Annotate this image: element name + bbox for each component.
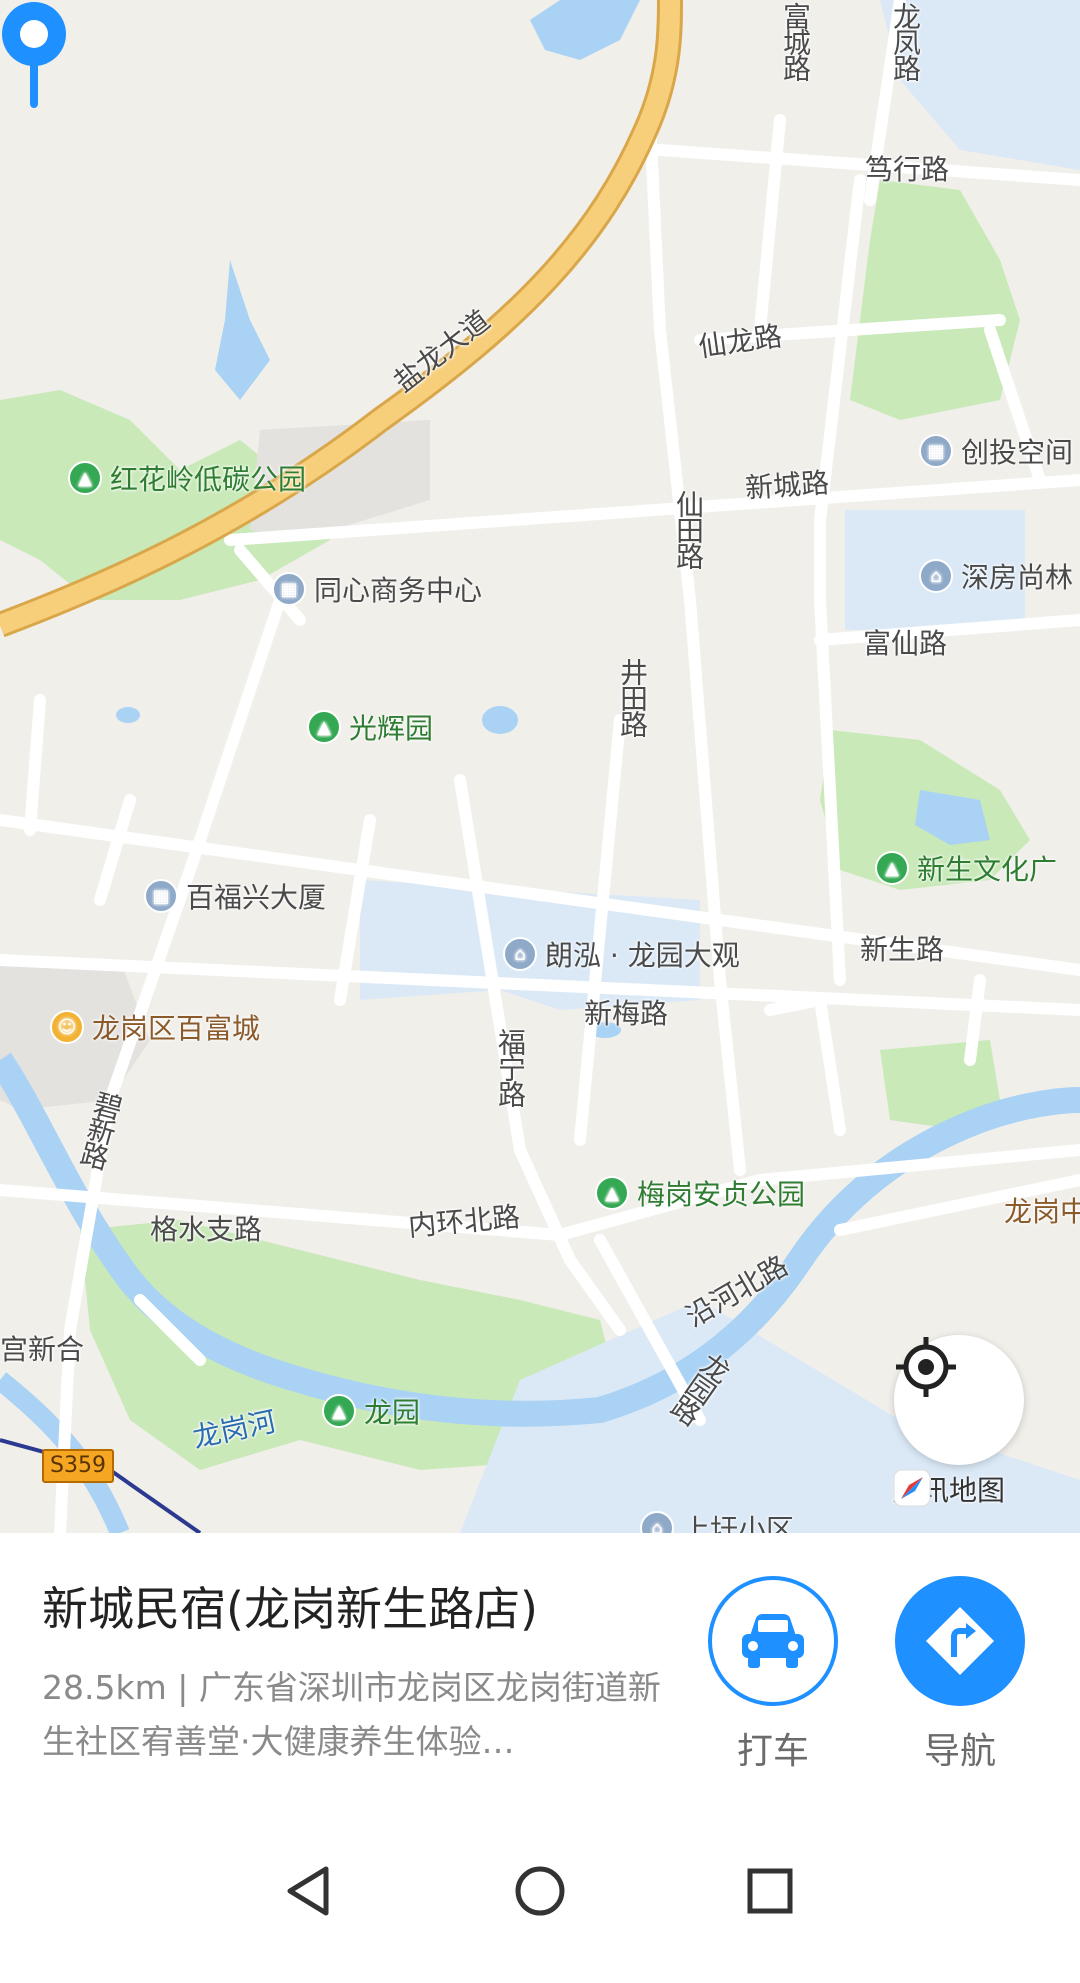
building-icon: ▦ <box>272 572 306 606</box>
compass-logo-icon <box>893 1469 931 1507</box>
shopping-icon: ☺ <box>50 1010 84 1044</box>
poi-tongxin[interactable]: ▦ 同心商务中心 <box>272 569 482 609</box>
road-label-jingtian: 井田路 <box>616 658 649 736</box>
recents-button[interactable] <box>730 1851 810 1931</box>
tree-icon: ▲ <box>322 1394 356 1428</box>
taxi-button[interactable]: 打车 <box>708 1576 838 1774</box>
poi-baifuxing[interactable]: ▦ 百福兴大厦 <box>144 876 326 916</box>
location-pin-icon[interactable] <box>0 0 68 110</box>
tree-icon: ▲ <box>875 851 909 885</box>
poi-guanghui[interactable]: ▲ 光辉园 <box>307 707 433 747</box>
place-title: 新城民宿(龙岗新生路店) <box>42 1582 538 1636</box>
system-nav-bar <box>0 1803 1080 1983</box>
poi-langhong[interactable]: ⌂ 朗泓 · 龙园大观 <box>503 934 740 974</box>
road-label-xinmei: 新梅路 <box>584 997 669 1030</box>
poi-honghualing[interactable]: ▲ 红花岭低碳公园 <box>68 458 306 498</box>
road-label-funing: 福宁路 <box>494 1028 527 1106</box>
navigate-label: 导航 <box>923 1731 996 1772</box>
house-icon: ⌂ <box>919 559 953 593</box>
place-info-sheet[interactable]: 新城民宿(龙岗新生路店) 28.5km | 广东省深圳市龙岗区龙岗街道新生社区宥… <box>0 1533 1080 1803</box>
locate-me-button[interactable] <box>894 1335 1024 1465</box>
home-circle-icon <box>515 1866 565 1916</box>
road-label-geshui: 格水支路 <box>150 1213 263 1246</box>
taxi-label: 打车 <box>736 1731 809 1772</box>
poi-shenfang[interactable]: ⌂ 深房尚林 <box>919 556 1073 596</box>
map-view[interactable]: 盐龙大道 富城路 龙凤路 笃行路 仙龙路 新城路 仙田路 富仙路 井田路 新生路… <box>0 0 1080 1533</box>
building-icon: ▦ <box>144 879 178 913</box>
poi-meigang[interactable]: ▲ 梅岗安贞公园 <box>595 1173 805 1213</box>
tree-icon: ▲ <box>307 710 341 744</box>
car-icon <box>742 1614 804 1668</box>
road-label-fuxian: 富仙路 <box>863 627 948 660</box>
recents-square-icon <box>747 1868 793 1914</box>
road-label-xincheng: 新城路 <box>744 466 831 505</box>
road-label-longfeng: 龙凤路 <box>889 2 922 80</box>
road-label-duxing: 笃行路 <box>865 153 950 186</box>
poi-guanxinhe[interactable]: 宫新合 <box>0 1328 84 1368</box>
poi-baifucheng[interactable]: ☺ 龙岗区百富城 <box>50 1007 260 1047</box>
back-triangle-icon <box>287 1866 329 1916</box>
building-icon: ▦ <box>919 434 953 468</box>
place-detail: 28.5km | 广东省深圳市龙岗区龙岗街道新生社区宥善堂·大健康养生体验… <box>42 1661 682 1769</box>
separator: | <box>177 1668 189 1707</box>
distance-text: 28.5km <box>42 1668 167 1707</box>
poi-longyuan[interactable]: ▲ 龙园 <box>322 1391 420 1431</box>
poi-chuangtou[interactable]: ▦ 创投空间 <box>919 431 1073 471</box>
poi-longgang-center[interactable]: 龙岗中 <box>1004 1190 1080 1230</box>
tree-icon: ▲ <box>68 461 102 495</box>
back-button[interactable] <box>270 1851 350 1931</box>
house-icon: ⌂ <box>503 937 537 971</box>
map-canvas <box>0 0 1080 1533</box>
direction-icon <box>926 1607 994 1675</box>
road-label-xinsheng: 新生路 <box>860 933 945 966</box>
route-badge-s359: S359 <box>42 1449 114 1483</box>
tree-icon: ▲ <box>595 1176 629 1210</box>
poi-shangwu[interactable]: ⌂ 上圩小区 <box>640 1508 794 1533</box>
crosshair-icon <box>896 1337 956 1397</box>
home-button[interactable] <box>500 1851 580 1931</box>
navigate-button[interactable]: 导航 <box>895 1576 1025 1774</box>
road-label-fucheng: 富城路 <box>779 2 812 80</box>
poi-xinsheng-culture[interactable]: ▲ 新生文化广 <box>875 848 1057 888</box>
house-icon: ⌂ <box>640 1511 674 1533</box>
map-brand: 腾讯地图 <box>893 1469 1005 1509</box>
road-label-xiantian: 仙田路 <box>672 490 705 568</box>
